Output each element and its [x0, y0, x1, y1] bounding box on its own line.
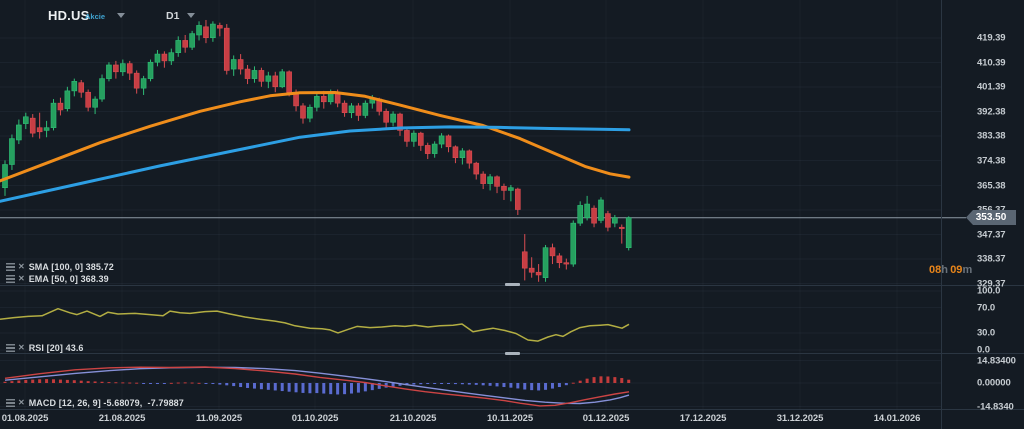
indicator-settings-icon[interactable] [6, 398, 15, 407]
axis-tick-label: 392.38 [977, 106, 1006, 117]
indicator-row-ema: ✕ EMA [50, 0] 368.39 [6, 273, 109, 284]
timer-minutes: 09 [950, 264, 963, 276]
indicator-label: SMA [100, 0] 385.72 [28, 261, 114, 272]
indicator-remove-icon[interactable]: ✕ [18, 343, 25, 352]
axis-tick-label: 70.0 [977, 302, 996, 313]
indicator-label: EMA [50, 0] 368.39 [28, 273, 109, 284]
date-tick-label: 17.12.2025 [679, 413, 727, 424]
axis-tick-label: 338.37 [977, 253, 1006, 265]
current-price-tag: 353.50 [966, 210, 1016, 225]
date-tick-label: 21.10.2025 [389, 413, 437, 424]
axis-tick-label: -14.8340 [977, 401, 1014, 412]
axis-tick-label: 401.39 [977, 81, 1006, 93]
timeframe-dropdown-caret-icon[interactable] [187, 13, 195, 18]
timer-hours-unit: h [941, 264, 948, 276]
indicator-remove-icon[interactable]: ✕ [18, 262, 25, 271]
axis-tick-label: 365.38 [977, 180, 1006, 191]
indicator-remove-icon[interactable]: ✕ [18, 398, 25, 407]
timeframe-selector[interactable]: D1 [166, 10, 179, 22]
indicator-label: MACD [12, 26, 9] -5.68079, -7.79887 [28, 397, 184, 408]
indicator-row-macd: ✕ MACD [12, 26, 9] -5.68079, -7.79887 [6, 397, 184, 408]
date-tick-label: 01.10.2025 [291, 413, 339, 424]
axis-tick-label: 0.00000 [977, 377, 1011, 389]
axis-tick-label: 383.38 [977, 130, 1006, 142]
date-tick-label: 21.08.2025 [98, 413, 146, 424]
axis-tick-label: 0.0 [977, 344, 990, 356]
date-tick-label: 01.12.2025 [582, 413, 630, 424]
separator-drag-handle-icon[interactable] [505, 283, 520, 286]
indicator-row-rsi: ✕ RSI [20] 43.6 [6, 342, 84, 353]
indicator-settings-icon[interactable] [6, 274, 15, 283]
axis-tick-label: 100.0 [977, 285, 1001, 297]
axis-tick-label: 374.38 [977, 155, 1006, 166]
symbol-label[interactable]: HD.US [48, 8, 89, 23]
date-tick-label: 11.09.2025 [195, 413, 243, 424]
separator-drag-handle-icon[interactable] [505, 352, 520, 355]
date-tick-label: 14.01.2026 [873, 413, 921, 424]
indicator-remove-icon[interactable]: ✕ [18, 274, 25, 283]
axis-separator [0, 409, 1024, 410]
chart-canvas[interactable] [0, 0, 1024, 429]
market-type-label: Akcie [85, 12, 106, 21]
axis-tick-label: 347.37 [977, 229, 1006, 240]
axis-tick-label: 30.0 [977, 327, 996, 339]
timer-minutes-unit: m [962, 264, 973, 276]
candle-countdown-timer: 08h 09m [929, 264, 972, 276]
axis-tick-label: 419.39 [977, 32, 1006, 44]
date-tick-label: 10.11.2025 [486, 413, 534, 424]
price-axis-separator [941, 0, 942, 429]
date-tick-label: 01.08.2025 [1, 413, 49, 424]
indicator-row-sma: ✕ SMA [100, 0] 385.72 [6, 261, 114, 272]
timer-hours: 08 [929, 264, 942, 276]
indicator-settings-icon[interactable] [6, 343, 15, 352]
axis-tick-label: 410.39 [977, 57, 1006, 68]
indicator-label: RSI [20] 43.6 [28, 342, 84, 353]
indicator-settings-icon[interactable] [6, 262, 15, 271]
axis-tick-label: 14.83400 [977, 355, 1016, 366]
date-tick-label: 31.12.2025 [776, 413, 824, 424]
symbol-dropdown-caret-icon[interactable] [117, 13, 125, 18]
chart-window: HD.US Akcie D1 ✕ SMA [100, 0] 385.72 ✕ E… [0, 0, 1024, 429]
